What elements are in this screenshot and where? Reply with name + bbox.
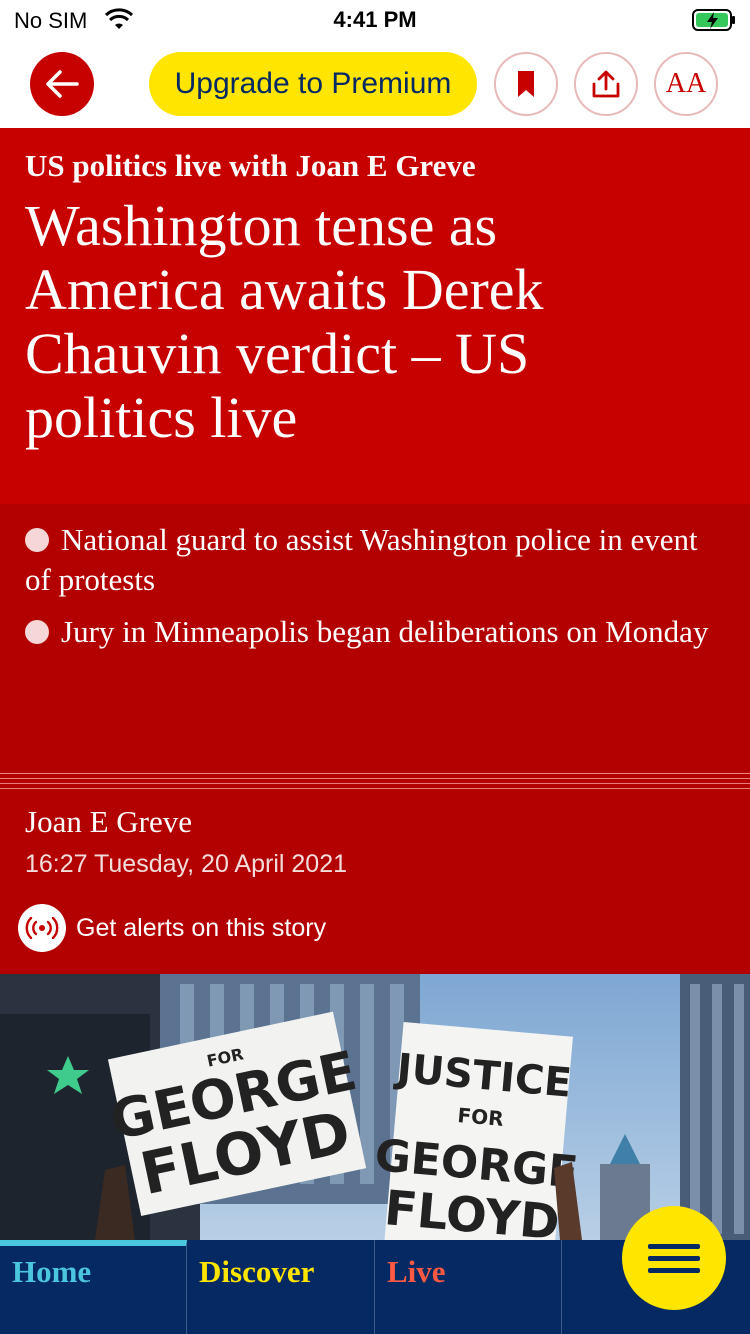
tab-discover[interactable]: Discover — [187, 1240, 375, 1334]
article-toolbar: Upgrade to Premium AA — [0, 40, 750, 128]
protest-photo: FOR GEORGE FLOYD JUSTICE FOR GEORGE FLOY… — [0, 974, 750, 1240]
divider — [0, 773, 750, 774]
standfirst-text: National guard to assist Washington poli… — [25, 522, 698, 597]
text-size-button[interactable]: AA — [654, 52, 718, 116]
share-button[interactable] — [574, 52, 638, 116]
svg-text:FOR: FOR — [457, 1103, 505, 1131]
divider — [0, 783, 750, 784]
tab-home[interactable]: Home — [0, 1240, 187, 1334]
status-bar: No SIM 4:41 PM — [0, 0, 750, 40]
series-kicker: US politics live with Joan E Greve — [25, 148, 476, 183]
standfirst-text: Jury in Minneapolis began deliberations … — [61, 614, 709, 649]
bullet-dot-icon — [25, 528, 49, 552]
tab-live[interactable]: Live — [375, 1240, 562, 1334]
bookmark-button[interactable] — [494, 52, 558, 116]
clock: 4:41 PM — [333, 7, 417, 32]
standfirst-bullet: Jury in Minneapolis began deliberations … — [25, 612, 725, 652]
bullet-dot-icon — [25, 620, 49, 644]
tab-live-label: Live — [387, 1254, 446, 1289]
tab-home-label: Home — [12, 1254, 92, 1289]
author-name[interactable]: Joan E Greve — [25, 804, 192, 840]
publish-date: 16:27 Tuesday, 20 April 2021 — [25, 850, 347, 878]
divider — [0, 778, 750, 779]
byline-section: Joan E Greve 16:27 Tuesday, 20 April 202… — [0, 792, 750, 974]
hamburger-bar — [648, 1267, 700, 1273]
upgrade-premium-button[interactable]: Upgrade to Premium — [149, 52, 477, 116]
broadcast-icon — [18, 904, 66, 952]
tab-discover-label: Discover — [199, 1254, 315, 1289]
article-headline: Washington tense as America awaits Derek… — [25, 193, 544, 450]
back-button[interactable] — [30, 52, 94, 116]
battery-charging-icon — [692, 9, 735, 31]
share-icon — [592, 70, 620, 98]
divider-rules — [0, 772, 750, 792]
alerts-label: Get alerts on this story — [76, 913, 327, 942]
hamburger-icon — [648, 1243, 700, 1249]
standfirst-bullet: National guard to assist Washington poli… — [25, 520, 725, 600]
article-main-image[interactable]: FOR GEORGE FLOYD JUSTICE FOR GEORGE FLOY… — [0, 974, 750, 1240]
menu-button[interactable] — [622, 1206, 726, 1310]
arrow-left-icon — [46, 70, 79, 98]
bookmark-icon — [518, 71, 534, 97]
text-size-icon: AA — [665, 68, 707, 99]
headline-section: US politics live with Joan E Greve Washi… — [0, 128, 750, 504]
divider — [0, 788, 750, 789]
alerts-button[interactable]: Get alerts on this story — [18, 904, 326, 952]
standfirst: National guard to assist Washington poli… — [0, 504, 750, 772]
hamburger-bar — [648, 1255, 700, 1261]
